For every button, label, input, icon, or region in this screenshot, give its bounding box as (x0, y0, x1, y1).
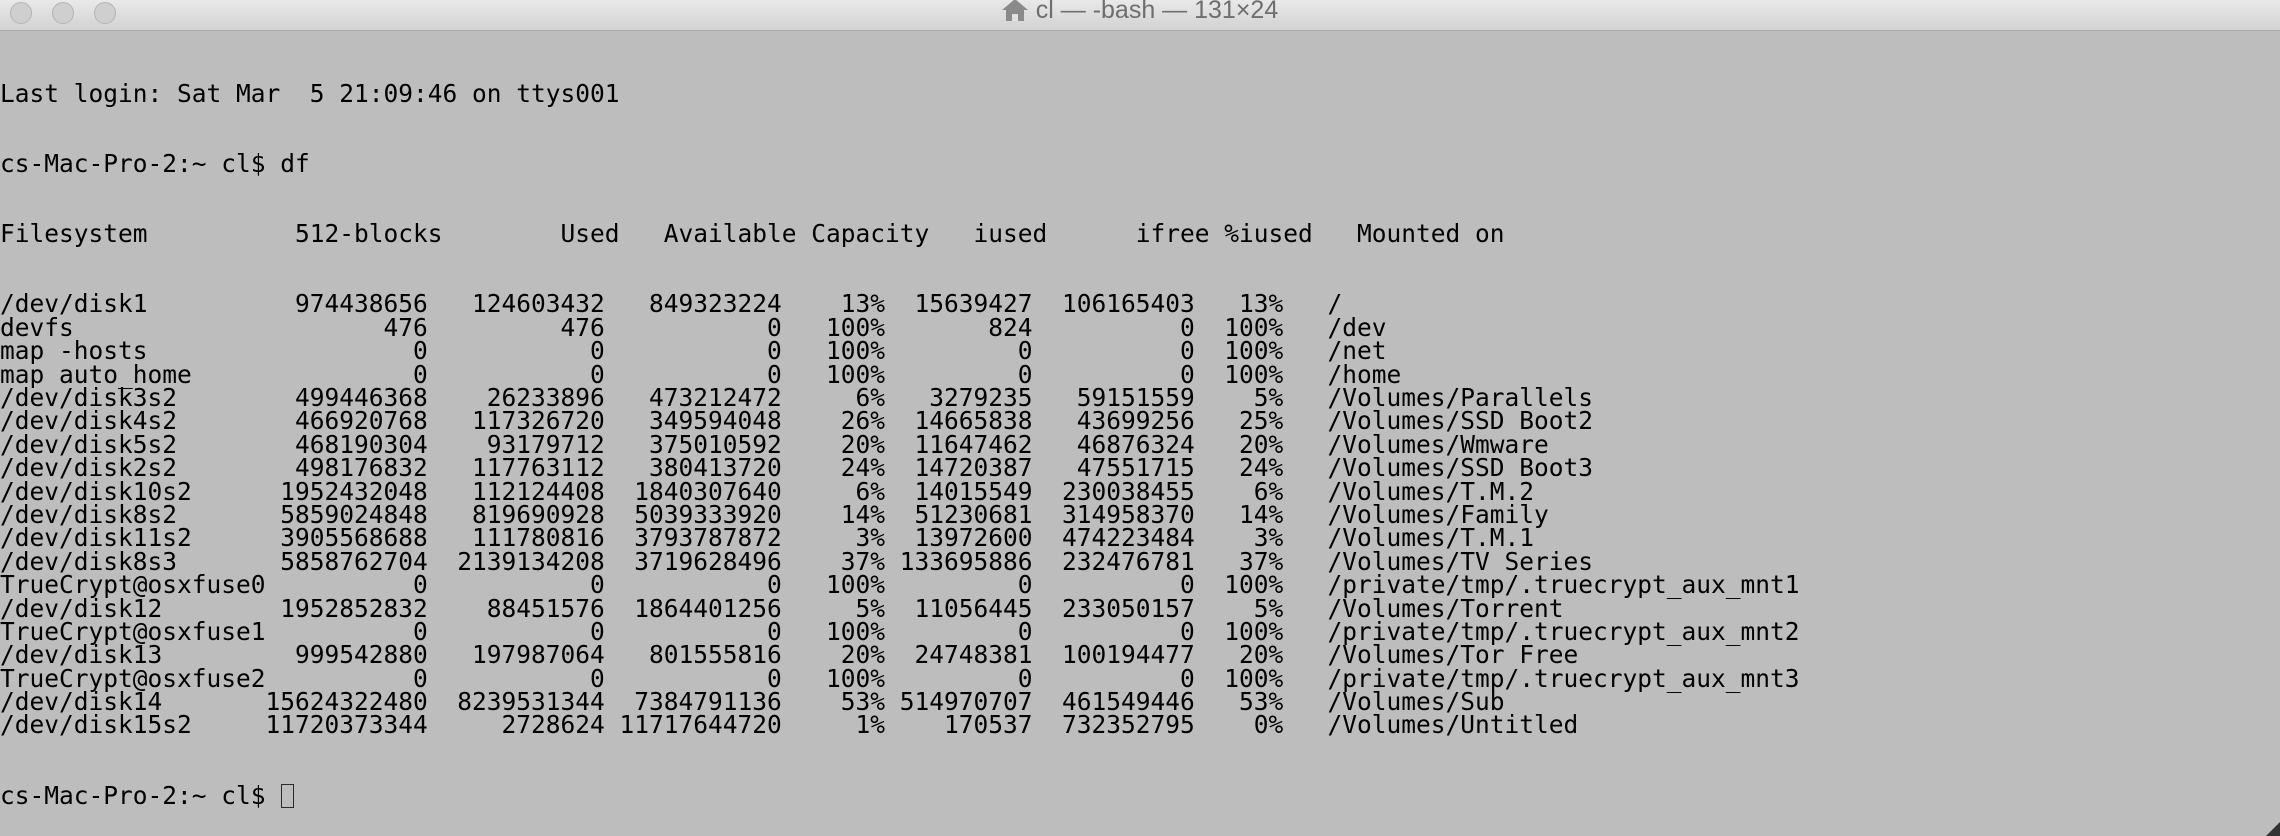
active-prompt: cs-Mac-Pro-2:~ cl$ (0, 780, 281, 810)
df-header-row: Filesystem 512-blocks Used Available Cap… (0, 219, 1505, 249)
terminal-window: cl — -bash — 131×24 Last login: Sat Mar … (0, 0, 2280, 836)
window-title: cl — -bash — 131×24 (1035, 0, 1279, 24)
command-line: cs-Mac-Pro-2:~ cl$ df (0, 149, 1800, 179)
df-row: TrueCrypt@osxfuse0 0 0 0 100% 0 0 100% /… (0, 570, 1800, 600)
df-row: /dev/disk15s2 11720373344 2728624 117176… (0, 710, 1579, 740)
df-rows: /dev/disk1 974438656 124603432 849323224… (0, 291, 1800, 740)
active-prompt-line[interactable]: cs-Mac-Pro-2:~ cl$ (0, 780, 1800, 810)
title-bar[interactable]: cl — -bash — 131×24 (0, 0, 2280, 31)
text-cursor[interactable] (281, 783, 295, 808)
terminal-output[interactable]: Last login: Sat Mar 5 21:09:46 on ttys00… (0, 35, 1800, 836)
command-text: df (280, 149, 310, 179)
last-login-line: Last login: Sat Mar 5 21:09:46 on ttys00… (0, 78, 620, 108)
prompt: cs-Mac-Pro-2:~ cl$ (0, 149, 281, 179)
home-icon (1001, 0, 1028, 21)
window-title-container: cl — -bash — 131×24 (0, 0, 2280, 24)
resize-handle[interactable] (2266, 822, 2280, 836)
